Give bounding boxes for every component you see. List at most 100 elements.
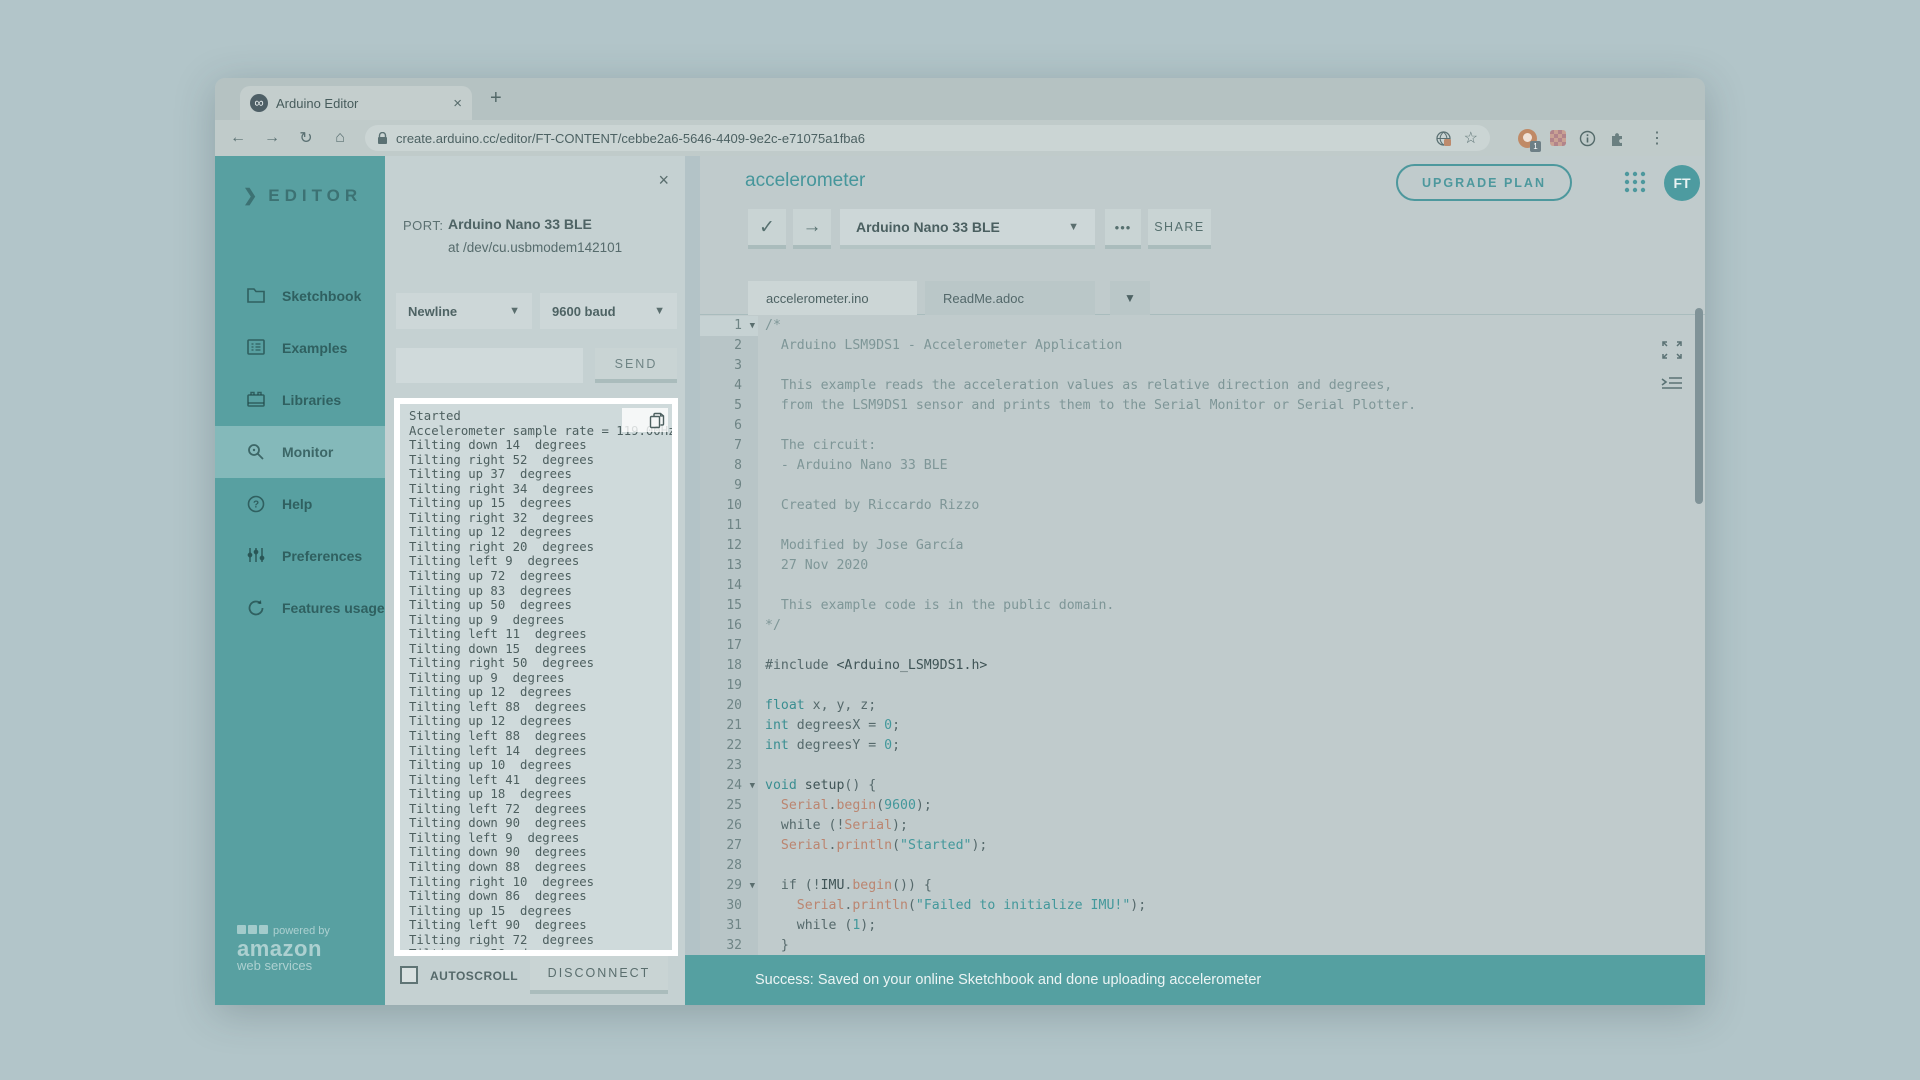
user-avatar[interactable]: FT: [1664, 165, 1700, 201]
url-text: create.arduino.cc/editor/FT-CONTENT/cebb…: [396, 131, 1427, 146]
tab-close-icon[interactable]: ×: [453, 95, 462, 112]
serial-output: StartedAccelerometer sample rate = 119.0…: [400, 404, 672, 956]
home-icon[interactable]: ⌂: [331, 129, 349, 147]
upload-button[interactable]: →: [793, 209, 831, 249]
puzzle-extensions-icon[interactable]: [1609, 130, 1626, 147]
code-line[interactable]: 12 Modified by Jose García: [700, 536, 1705, 556]
code-line[interactable]: 20float x, y, z;: [700, 696, 1705, 716]
sidebar-item-features-usage[interactable]: Features usage: [215, 582, 385, 634]
sidebar-item-preferences[interactable]: Preferences: [215, 530, 385, 582]
code-line[interactable]: 2 Arduino LSM9DS1 - Accelerometer Applic…: [700, 336, 1705, 356]
forward-icon[interactable]: →: [263, 129, 281, 147]
code-line[interactable]: 3: [700, 356, 1705, 376]
sidebar-item-monitor[interactable]: Monitor: [215, 426, 385, 478]
code-line[interactable]: 18#include <Arduino_LSM9DS1.h>: [700, 656, 1705, 676]
globe-icon[interactable]: [1435, 130, 1452, 147]
file-tab[interactable]: accelerometer.ino: [748, 281, 917, 315]
browser-menu-icon[interactable]: ⋮: [1649, 128, 1665, 148]
info-icon[interactable]: [1579, 130, 1596, 147]
apps-grid-icon[interactable]: [1622, 169, 1648, 195]
code-line[interactable]: 24▼void setup() {: [700, 776, 1705, 796]
code-line[interactable]: 14: [700, 576, 1705, 596]
line-number: 4: [700, 376, 758, 396]
code-line[interactable]: 15 This example code is in the public do…: [700, 596, 1705, 616]
console-log-icon[interactable]: [1661, 375, 1683, 391]
autoscroll-checkbox[interactable]: [400, 966, 418, 984]
reload-icon[interactable]: ↻: [297, 128, 315, 148]
verify-button[interactable]: ✓: [748, 209, 786, 249]
port-label: PORT:: [403, 218, 444, 233]
board-selector[interactable]: Arduino Nano 33 BLE▼: [840, 209, 1095, 249]
fullscreen-expand-icon[interactable]: [1662, 341, 1682, 359]
address-bar[interactable]: create.arduino.cc/editor/FT-CONTENT/cebb…: [365, 125, 1490, 151]
monitor-footer: AUTOSCROLL DISCONNECT: [385, 956, 685, 1005]
aws-cubes-icon: [237, 925, 268, 934]
code-text: #include <Arduino_LSM9DS1.h>: [758, 656, 1705, 676]
line-ending-select[interactable]: Newline▼: [396, 293, 532, 329]
code-line[interactable]: 16*/: [700, 616, 1705, 636]
code-line[interactable]: 29▼ if (!IMU.begin()) {: [700, 876, 1705, 896]
back-icon[interactable]: ←: [229, 129, 247, 147]
browser-tab-bar: ∞ Arduino Editor × +: [215, 78, 1705, 120]
disconnect-button[interactable]: DISCONNECT: [530, 956, 668, 994]
copy-output-button[interactable]: [622, 408, 668, 432]
code-line[interactable]: 31 while (1);: [700, 916, 1705, 936]
code-line[interactable]: 30 Serial.println("Failed to initialize …: [700, 896, 1705, 916]
code-line[interactable]: 28: [700, 856, 1705, 876]
editor-scrollbar[interactable]: [1695, 308, 1703, 504]
upgrade-plan-button[interactable]: UPGRADE PLAN: [1396, 164, 1572, 201]
fold-arrow-icon[interactable]: ▼: [750, 316, 755, 336]
code-line[interactable]: 23: [700, 756, 1705, 776]
code-line[interactable]: 13 27 Nov 2020: [700, 556, 1705, 576]
line-number: 2: [700, 336, 758, 356]
extension-icon[interactable]: [1550, 130, 1566, 146]
sidebar-item-examples[interactable]: Examples: [215, 322, 385, 374]
code-line[interactable]: 10 Created by Riccardo Rizzo: [700, 496, 1705, 516]
code-line[interactable]: 19: [700, 676, 1705, 696]
chevron-down-icon: ▼: [1124, 291, 1136, 305]
code-text: [758, 636, 1705, 656]
send-button[interactable]: SEND: [595, 348, 677, 383]
sidebar-item-sketchbook[interactable]: Sketchbook: [215, 270, 385, 322]
bookmark-star-icon[interactable]: ☆: [1464, 128, 1478, 148]
serial-line: Tilting up 15 degrees: [409, 496, 672, 511]
code-line[interactable]: 6: [700, 416, 1705, 436]
serial-send-input[interactable]: [396, 348, 583, 383]
code-view[interactable]: 1▼/*2 Arduino LSM9DS1 - Accelerometer Ap…: [700, 316, 1705, 955]
code-text: void setup() {: [758, 776, 1705, 796]
code-line[interactable]: 8 - Arduino Nano 33 BLE: [700, 456, 1705, 476]
serial-output-box[interactable]: StartedAccelerometer sample rate = 119.0…: [394, 398, 678, 956]
more-actions-button[interactable]: •••: [1105, 209, 1141, 249]
extension-avatar-icon[interactable]: 1: [1518, 129, 1537, 148]
close-panel-icon[interactable]: ×: [658, 170, 669, 191]
code-line[interactable]: 25 Serial.begin(9600);: [700, 796, 1705, 816]
code-line[interactable]: 22int degreesY = 0;: [700, 736, 1705, 756]
fold-arrow-icon[interactable]: ▼: [750, 876, 755, 896]
fold-arrow-icon[interactable]: ▼: [750, 776, 755, 796]
sidebar-item-help[interactable]: ?Help: [215, 478, 385, 530]
line-number: 31: [700, 916, 758, 936]
code-line[interactable]: 11: [700, 516, 1705, 536]
serial-line: Tilting up 18 degrees: [409, 787, 672, 802]
baud-rate-select[interactable]: 9600 baud▼: [540, 293, 677, 329]
code-line[interactable]: 32 }: [700, 936, 1705, 955]
code-line[interactable]: 5 from the LSM9DS1 sensor and prints the…: [700, 396, 1705, 416]
file-tab[interactable]: ReadMe.adoc: [925, 281, 1095, 315]
code-text: Modified by Jose García: [758, 536, 1705, 556]
tab-list-dropdown[interactable]: ▼: [1110, 281, 1150, 315]
code-line[interactable]: 9: [700, 476, 1705, 496]
code-line[interactable]: 1▼/*: [700, 316, 1705, 336]
code-line[interactable]: 27 Serial.println("Started");: [700, 836, 1705, 856]
code-line[interactable]: 21int degreesX = 0;: [700, 716, 1705, 736]
code-line[interactable]: 17: [700, 636, 1705, 656]
aws-logo: powered by amazon web services: [237, 921, 330, 973]
new-tab-button[interactable]: +: [490, 87, 502, 110]
share-button[interactable]: SHARE: [1148, 209, 1211, 249]
browser-tab[interactable]: ∞ Arduino Editor ×: [240, 86, 472, 120]
code-line[interactable]: 7 The circuit:: [700, 436, 1705, 456]
serial-line: Tilting up 58 degrees: [409, 947, 672, 956]
code-line[interactable]: 4 This example reads the acceleration va…: [700, 376, 1705, 396]
sidebar-item-libraries[interactable]: Libraries: [215, 374, 385, 426]
code-line[interactable]: 26 while (!Serial);: [700, 816, 1705, 836]
code-text: int degreesY = 0;: [758, 736, 1705, 756]
